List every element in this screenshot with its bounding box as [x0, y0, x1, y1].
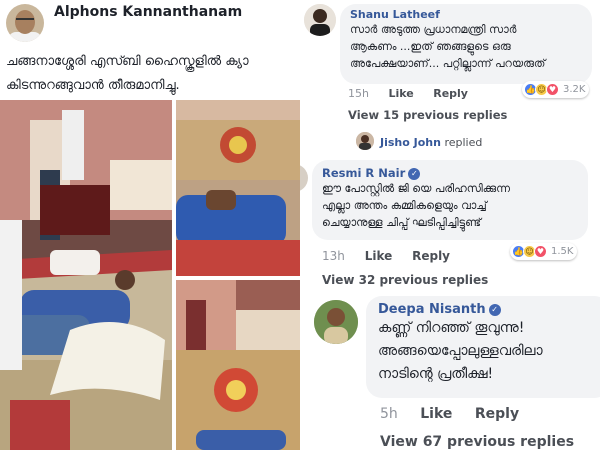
reply-author[interactable]: Jisho John — [380, 136, 441, 149]
comment-bubble: Deepa Nisanth ✓ കണ്ണ് നിറഞ്ഞ് തൂവുന്നു! അ… — [366, 296, 600, 398]
commenter-avatar[interactable] — [300, 164, 308, 192]
comment-meta: 15h Like Reply — [348, 87, 468, 100]
comment-line: അങ്ങയെപ്പോലുള്ളവരിലാ — [378, 343, 543, 359]
comment-line: സാർ അടുത്ത പ്രധാനമന്ത്രി സാർ — [350, 23, 517, 36]
reply-status: replied — [444, 136, 483, 149]
comment-line: നാടിന്റെ പ്രതീക്ഷ! — [378, 366, 494, 382]
like-button[interactable]: Like — [420, 406, 452, 422]
post-text-line: കിടന്നുറങ്ങുവാൻ തീരുമാനിച്ചു. — [6, 78, 180, 93]
comment-author[interactable]: Resmi R Nair ✓ — [322, 166, 578, 180]
reply-button[interactable]: Reply — [412, 249, 450, 263]
post-photo-room[interactable] — [176, 280, 300, 450]
comments-panel: Shanu Latheef സാർ അടുത്ത പ്രധാനമന്ത്രി സ… — [300, 0, 600, 450]
like-button[interactable]: Like — [388, 87, 413, 100]
commenter-avatar[interactable] — [304, 4, 336, 36]
post-text: ചങ്ങനാശ്ശേരി എസ്ബി ഹൈസ്കൂളിൽ ക്യാ കിടന്ന… — [6, 50, 300, 98]
view-previous-replies-link[interactable]: View 15 previous replies — [348, 108, 507, 122]
comment-author-name[interactable]: Deepa Nisanth — [378, 302, 486, 317]
reaction-count: 3.2K — [563, 84, 586, 95]
view-previous-replies-link[interactable]: View 67 previous replies — [380, 434, 574, 450]
comment-author[interactable]: Shanu Latheef — [350, 8, 582, 21]
commenter-avatar[interactable] — [314, 300, 358, 344]
comment-line: കണ്ണ് നിറഞ്ഞ് തൂവുന്നു! — [378, 320, 525, 336]
love-reaction-icon: ♥ — [534, 245, 547, 258]
verified-badge-icon: ✓ — [488, 304, 501, 316]
comment-time[interactable]: 13h — [322, 249, 345, 263]
comment-time[interactable]: 5h — [380, 406, 398, 422]
comment-time[interactable]: 15h — [348, 87, 369, 100]
comment-meta: 13h Like Reply — [322, 249, 450, 263]
comment-line: ആകണം ...ഇത് ഞങ്ങളുടെ ഒരു — [350, 40, 511, 53]
comment-meta: 5h Like Reply — [380, 406, 519, 422]
post-text-line: ചങ്ങനാശ്ശേരി എസ്ബി ഹൈസ്കൂളിൽ ക്യാ — [6, 54, 249, 69]
reaction-count: 1.5K — [551, 246, 574, 257]
reply-button[interactable]: Reply — [433, 87, 468, 100]
view-previous-replies-link[interactable]: View 32 previous replies — [322, 273, 488, 287]
post-author-name[interactable]: Alphons Kannanthanam — [54, 4, 242, 20]
reaction-summary[interactable]: 👍 ☺ ♥ 3.2K — [522, 81, 590, 98]
reply-button[interactable]: Reply — [475, 406, 519, 422]
author-avatar[interactable] — [6, 4, 44, 42]
comment-bubble: Shanu Latheef സാർ അടുത്ത പ്രധാനമന്ത്രി സ… — [340, 4, 592, 84]
comment-line: അപേക്ഷയാണ്... പറ്റില്ലാന്ന് പറയരുത് — [350, 57, 546, 70]
like-button[interactable]: Like — [365, 249, 393, 263]
verified-badge-icon: ✓ — [408, 168, 421, 180]
comment-line: എല്ലാ അന്തം കമ്മികളെയും വാച്ച് — [322, 199, 487, 212]
post-photo-main[interactable] — [0, 100, 172, 450]
comment-bubble: Resmi R Nair ✓ ഈ പോസ്റ്റിൽ ജി യെ പരിഹസിക്… — [312, 160, 588, 240]
love-reaction-icon: ♥ — [546, 83, 559, 96]
comment-author-name[interactable]: Resmi R Nair — [322, 166, 405, 180]
comment-author[interactable]: Deepa Nisanth ✓ — [378, 302, 598, 317]
reply-avatar[interactable] — [356, 132, 374, 150]
comment-line: ചെയ്യാനുള്ള ചിപ്പ് ഘടിപ്പിച്ചിട്ടുണ്ട് — [322, 216, 482, 229]
reaction-summary[interactable]: 👍 ☺ ♥ 1.5K — [510, 243, 578, 260]
reply-summary[interactable]: Jisho John replied — [380, 136, 482, 149]
post-photo-closeup[interactable] — [176, 100, 300, 276]
facebook-post: Alphons Kannanthanam ചങ്ങനാശ്ശേരി എസ്ബി … — [0, 0, 300, 450]
comment-line: ഈ പോസ്റ്റിൽ ജി യെ പരിഹസിക്കുന്ന — [322, 182, 511, 195]
